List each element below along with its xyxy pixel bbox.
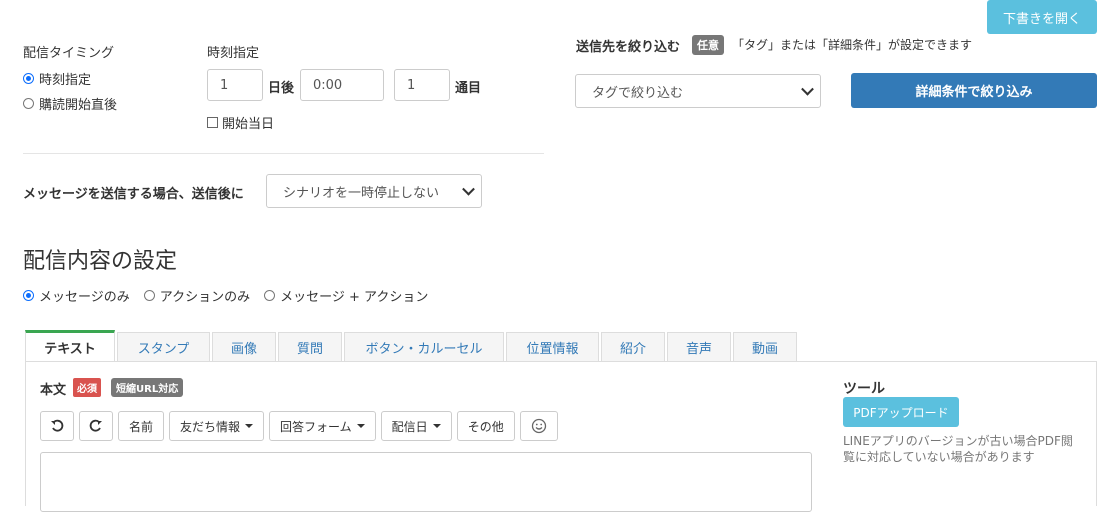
count-input[interactable]: 1 (394, 69, 450, 101)
after-send-select[interactable]: シナリオを一時停止しない (266, 174, 482, 208)
chevron-down-icon (801, 82, 814, 96)
count-suffix: 通目 (455, 81, 482, 96)
tab-question[interactable]: 質問 (278, 332, 342, 362)
smiley-icon (531, 418, 546, 434)
radio-icon[interactable] (143, 290, 155, 301)
short-url-badge: 短縮URL対応 (111, 378, 184, 397)
emoji-button[interactable] (519, 411, 558, 441)
pdf-upload-button[interactable]: PDFアップロード (843, 397, 959, 427)
chevron-down-icon (462, 182, 475, 196)
tab-text[interactable]: テキスト (25, 330, 115, 362)
start-day-label: 開始当日 (222, 117, 275, 132)
insert-name-button[interactable]: 名前 (118, 411, 165, 441)
optional-badge: 任意 (692, 35, 724, 55)
content-option-message-action[interactable]: メッセージ + アクション (264, 286, 428, 305)
pdf-note: LINEアプリのバージョンが古い場合PDF閲覧に対応していない場合があります (843, 434, 1073, 464)
checkbox-icon[interactable] (207, 117, 218, 128)
tag-filter-select-value: タグで絞り込む (592, 85, 684, 101)
undo-button[interactable] (40, 411, 74, 441)
timing-option-immediate[interactable]: 購読開始直後 (23, 94, 117, 113)
tag-filter-select[interactable]: タグで絞り込む (575, 74, 821, 108)
caret-down-icon (245, 424, 254, 428)
open-draft-button[interactable]: 下書きを開く (987, 0, 1097, 34)
tab-introduction[interactable]: 紹介 (601, 332, 665, 362)
answer-form-label: 回答フォーム (280, 419, 352, 434)
content-option-message[interactable]: メッセージのみ (23, 286, 130, 305)
tools-title: ツール (843, 381, 885, 397)
timing-label: 配信タイミング (23, 46, 115, 61)
delivery-date-label: 配信日 (391, 419, 428, 434)
tab-audio[interactable]: 音声 (667, 332, 731, 362)
timing-option-time[interactable]: 時刻指定 (23, 69, 91, 88)
message-textarea[interactable] (40, 452, 812, 512)
answer-form-dropdown[interactable]: 回答フォーム (269, 411, 376, 441)
filter-hint: 「タグ」または「詳細条件」が設定できます (732, 38, 973, 52)
days-input[interactable]: 1 (207, 69, 263, 101)
after-send-select-value: シナリオを一時停止しない (283, 185, 440, 201)
filter-label: 送信先を絞り込む (576, 40, 681, 55)
caret-down-icon (356, 424, 365, 428)
delivery-date-dropdown[interactable]: 配信日 (380, 411, 452, 441)
other-button[interactable]: その他 (456, 411, 515, 441)
content-type-radio-group: メッセージのみ アクションのみ メッセージ + アクション (23, 286, 428, 305)
after-send-label: メッセージを送信する場合、送信後に (23, 187, 244, 202)
tab-video[interactable]: 動画 (733, 332, 797, 362)
content-option-action[interactable]: アクションのみ (143, 286, 251, 305)
tab-button-carousel[interactable]: ボタン・カルーセル (344, 332, 504, 362)
content-tabs: テキスト スタンプ 画像 質問 ボタン・カルーセル 位置情報 紹介 音声 動画 (25, 330, 799, 362)
friend-info-dropdown[interactable]: 友だち情報 (169, 411, 265, 441)
days-suffix: 日後 (268, 81, 295, 96)
body-label: 本文 (40, 383, 67, 398)
tab-image[interactable]: 画像 (212, 332, 276, 362)
editor-toolbar: 名前 友だち情報 回答フォーム 配信日 その他 (40, 411, 558, 441)
caret-down-icon (432, 424, 441, 428)
start-day-checkbox-row[interactable]: 開始当日 (207, 113, 274, 132)
tab-location[interactable]: 位置情報 (506, 332, 599, 362)
timing-option-label: 購読開始直後 (39, 98, 118, 113)
radio-checked-icon[interactable] (23, 290, 34, 301)
content-option-label: アクションのみ (159, 290, 251, 305)
content-option-label: メッセージのみ (39, 290, 130, 305)
radio-checked-icon[interactable] (23, 73, 34, 84)
radio-icon[interactable] (23, 98, 34, 109)
redo-button[interactable] (79, 411, 113, 441)
time-input[interactable]: 0:00 (300, 69, 384, 101)
tab-stamp[interactable]: スタンプ (117, 332, 210, 362)
timing-option-label: 時刻指定 (39, 73, 92, 88)
time-spec-label: 時刻指定 (207, 46, 260, 61)
content-option-label: メッセージ + アクション (280, 290, 429, 305)
divider (23, 153, 544, 154)
redo-icon (89, 419, 102, 432)
friend-info-label: 友だち情報 (180, 419, 241, 434)
radio-icon[interactable] (264, 290, 276, 301)
detail-filter-button[interactable]: 詳細条件で絞り込み (851, 73, 1097, 108)
undo-icon (51, 419, 64, 432)
content-settings-title: 配信内容の設定 (23, 249, 178, 274)
required-badge: 必須 (73, 378, 101, 397)
